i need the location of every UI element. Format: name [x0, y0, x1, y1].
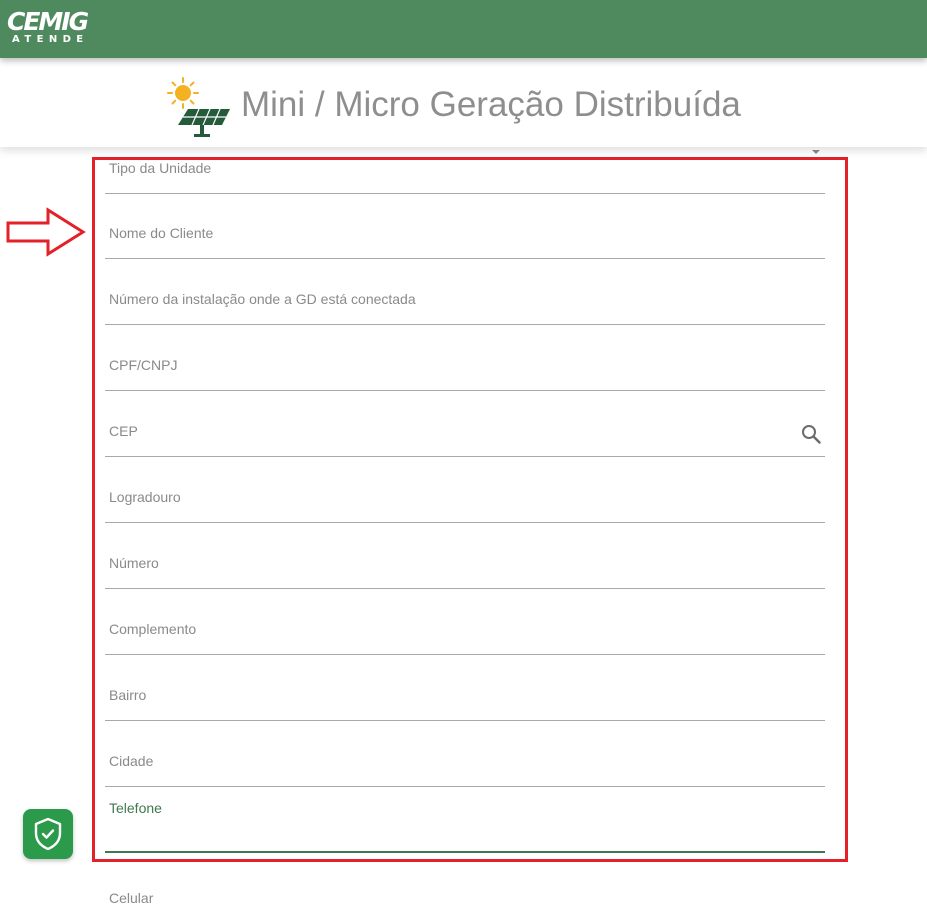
- dropdown-arrow-icon: [812, 150, 820, 154]
- page-header: Mini / Micro Geração Distribuída: [0, 58, 927, 147]
- logo-sub-text: ATENDE: [12, 34, 89, 45]
- right-arrow-icon: [6, 207, 86, 257]
- logo-main-text: CEMIG: [7, 7, 89, 36]
- field-label: Complemento: [109, 621, 197, 637]
- field-label: CEP: [109, 423, 138, 439]
- nome-cliente-input[interactable]: Nome do Cliente: [105, 192, 825, 259]
- cemig-logo[interactable]: CEMIG ATENDE: [7, 9, 89, 45]
- field-label: Logradouro: [109, 489, 181, 505]
- shield-check-button[interactable]: [23, 809, 73, 859]
- numero-input[interactable]: Número: [105, 522, 825, 589]
- field-label: Tipo da Unidade: [109, 160, 212, 176]
- field-label: Número da instalação onde a GD está cone…: [109, 291, 416, 307]
- shield-check-icon: [34, 818, 62, 850]
- solar-panel-icon: [167, 77, 230, 137]
- cidade-input[interactable]: Cidade: [105, 720, 825, 787]
- field-label: Cidade: [109, 753, 154, 769]
- field-label: CPF/CNPJ: [109, 357, 178, 373]
- cep-input[interactable]: CEP: [105, 390, 825, 457]
- top-bar: CEMIG ATENDE: [0, 0, 927, 58]
- logradouro-input[interactable]: Logradouro: [105, 456, 825, 523]
- numero-instalacao-input[interactable]: Número da instalação onde a GD está cone…: [105, 258, 825, 325]
- celular-input[interactable]: Celular: [109, 890, 153, 906]
- search-icon[interactable]: [801, 424, 821, 444]
- field-label: Nome do Cliente: [109, 225, 214, 241]
- bairro-input[interactable]: Bairro: [105, 654, 825, 721]
- field-label: Número: [109, 555, 159, 571]
- complemento-input[interactable]: Complemento: [105, 588, 825, 655]
- telefone-input[interactable]: Telefone: [105, 785, 825, 853]
- field-label: Telefone: [109, 800, 162, 816]
- page-title: Mini / Micro Geração Distribuída: [241, 85, 741, 124]
- field-label: Bairro: [109, 687, 147, 703]
- cpf-cnpj-input[interactable]: CPF/CNPJ: [105, 324, 825, 391]
